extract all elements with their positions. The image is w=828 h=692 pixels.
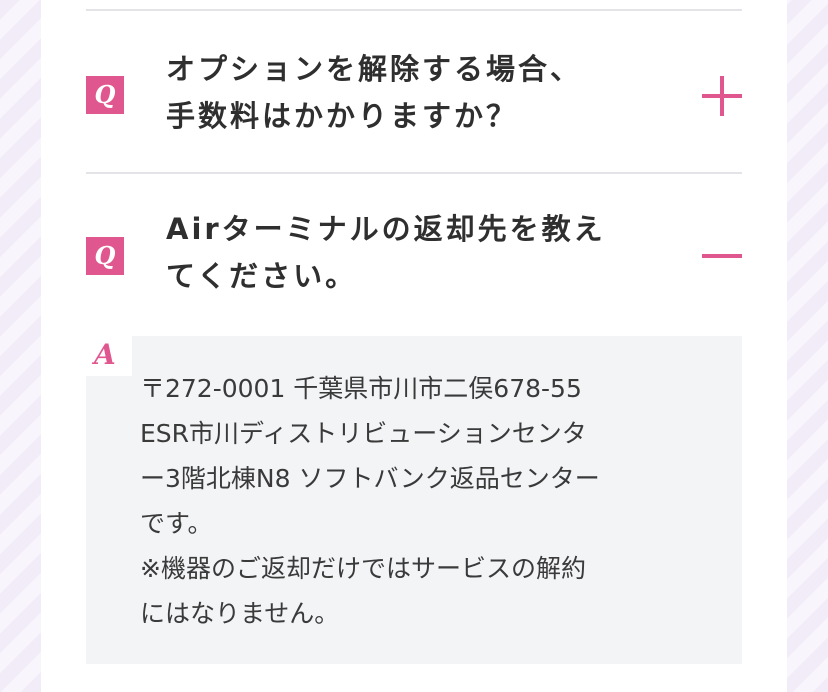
faq-divider (86, 9, 742, 11)
answer-line: ESR市川ディストリビューションセンタ (140, 419, 587, 448)
answer-line: です。 (140, 509, 213, 538)
answer-mark: A (94, 338, 116, 371)
faq-answer-text: 〒272-0001 千葉県市川市二俣678-55 ESR市川ディストリビューショ… (140, 366, 700, 636)
answer-line: 〒272-0001 千葉県市川市二俣678-55 (140, 374, 582, 403)
minus-icon-bar (702, 254, 742, 258)
plus-icon[interactable] (702, 76, 742, 116)
question-line: てください。 (166, 259, 358, 293)
answer-mark-badge: A (86, 336, 132, 376)
plus-icon-vertical (720, 76, 724, 116)
question-line: オプションを解除する場合、 (166, 52, 583, 86)
minus-icon[interactable] (702, 236, 742, 276)
faq-card: Q オプションを解除する場合、 手数料はかかりますか？ Q Airターミナルの返… (41, 0, 787, 692)
faq-divider (86, 172, 742, 174)
faq-question-text[interactable]: Airターミナルの返却先を教え てください。 (166, 206, 676, 300)
question-mark-badge: Q (86, 237, 124, 275)
question-line: 手数料はかかりますか？ (166, 99, 519, 133)
question-mark-badge: Q (86, 76, 124, 114)
faq-answer-panel: A 〒272-0001 千葉県市川市二俣678-55 ESR市川ディストリビュー… (86, 336, 742, 664)
answer-line: にはなりません。 (140, 599, 340, 628)
answer-line: ※機器のご返却だけではサービスの解約 (140, 554, 586, 583)
question-line: Airターミナルの返却先を教え (166, 212, 606, 246)
faq-question-text[interactable]: オプションを解除する場合、 手数料はかかりますか？ (166, 46, 676, 140)
faq-item-cancel-fee[interactable]: Q オプションを解除する場合、 手数料はかかりますか？ (86, 40, 742, 150)
answer-line: ー3階北棟N8 ソフトバンク返品センター (140, 464, 600, 493)
faq-item-return-address[interactable]: Q Airターミナルの返却先を教え てください。 (86, 200, 742, 310)
